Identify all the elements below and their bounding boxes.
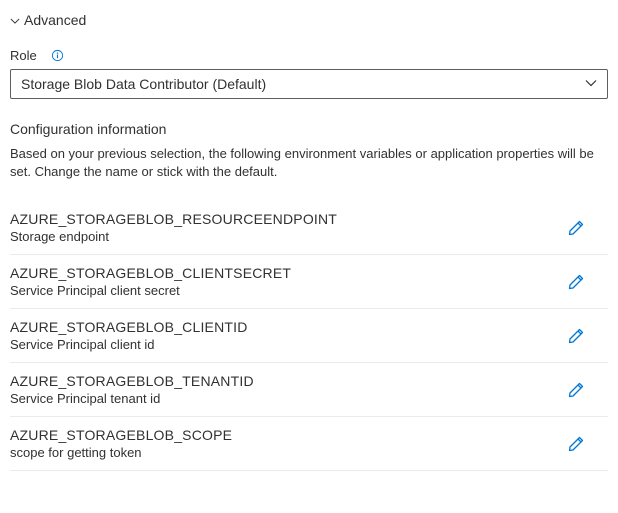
- config-item: AZURE_STORAGEBLOB_RESOURCEENDPOINT Stora…: [10, 201, 608, 255]
- config-text: AZURE_STORAGEBLOB_CLIENTID Service Princ…: [10, 319, 248, 352]
- info-icon[interactable]: [51, 49, 65, 63]
- config-description: Based on your previous selection, the fo…: [10, 145, 608, 181]
- edit-button[interactable]: [564, 432, 588, 456]
- role-selected-value: Storage Blob Data Contributor (Default): [21, 76, 266, 92]
- role-select[interactable]: Storage Blob Data Contributor (Default): [10, 69, 608, 99]
- config-list: AZURE_STORAGEBLOB_RESOURCEENDPOINT Stora…: [10, 201, 608, 471]
- config-text: AZURE_STORAGEBLOB_CLIENTSECRET Service P…: [10, 265, 291, 298]
- config-desc: Service Principal tenant id: [10, 391, 254, 406]
- advanced-toggle[interactable]: Advanced: [10, 10, 608, 30]
- config-key: AZURE_STORAGEBLOB_TENANTID: [10, 373, 254, 389]
- role-select-wrapper: Storage Blob Data Contributor (Default): [10, 69, 608, 99]
- config-heading: Configuration information: [10, 121, 608, 137]
- config-key: AZURE_STORAGEBLOB_CLIENTSECRET: [10, 265, 291, 281]
- config-desc: Service Principal client id: [10, 337, 248, 352]
- config-key: AZURE_STORAGEBLOB_RESOURCEENDPOINT: [10, 211, 337, 227]
- config-key: AZURE_STORAGEBLOB_SCOPE: [10, 427, 232, 443]
- config-item: AZURE_STORAGEBLOB_CLIENTSECRET Service P…: [10, 255, 608, 309]
- config-key: AZURE_STORAGEBLOB_CLIENTID: [10, 319, 248, 335]
- config-item: AZURE_STORAGEBLOB_CLIENTID Service Princ…: [10, 309, 608, 363]
- edit-button[interactable]: [564, 270, 588, 294]
- config-item: AZURE_STORAGEBLOB_SCOPE scope for gettin…: [10, 417, 608, 471]
- chevron-down-icon: [585, 76, 597, 92]
- config-text: AZURE_STORAGEBLOB_RESOURCEENDPOINT Stora…: [10, 211, 337, 244]
- role-label: Role: [10, 48, 37, 63]
- config-desc: Storage endpoint: [10, 229, 337, 244]
- edit-button[interactable]: [564, 216, 588, 240]
- edit-button[interactable]: [564, 324, 588, 348]
- config-item: AZURE_STORAGEBLOB_TENANTID Service Princ…: [10, 363, 608, 417]
- chevron-down-icon: [10, 14, 22, 26]
- config-text: AZURE_STORAGEBLOB_TENANTID Service Princ…: [10, 373, 254, 406]
- config-desc: scope for getting token: [10, 445, 232, 460]
- advanced-title: Advanced: [24, 12, 86, 28]
- config-desc: Service Principal client secret: [10, 283, 291, 298]
- config-text: AZURE_STORAGEBLOB_SCOPE scope for gettin…: [10, 427, 232, 460]
- role-label-row: Role: [10, 48, 608, 63]
- edit-button[interactable]: [564, 378, 588, 402]
